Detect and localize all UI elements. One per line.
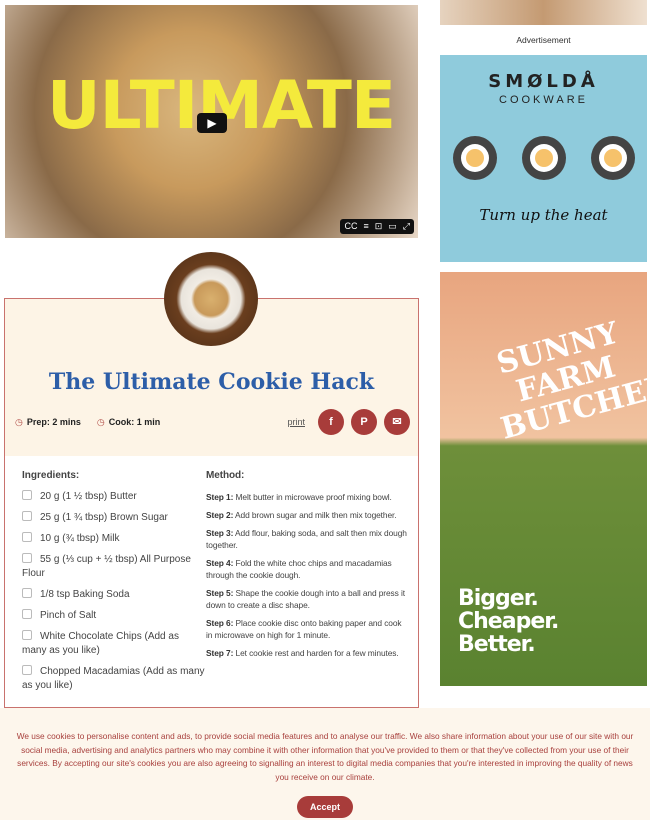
method-heading: Method:	[206, 470, 245, 481]
cookie-banner: We use cookies to personalise content an…	[0, 708, 650, 820]
cook-label: Cook: 1 min	[108, 417, 161, 427]
method-step: Step 7: Let cookie rest and harden for a…	[206, 648, 399, 658]
ingredient-item[interactable]: 25 g (1 ¾ tbsp) Brown Sugar	[22, 511, 206, 525]
ad-brand: SMØLDÅ	[488, 71, 599, 92]
method-list: Method: Step 1: Melt butter in microwave…	[206, 470, 410, 700]
ingredients-list: Ingredients: 20 g (1 ½ tbsp) Butter 25 g…	[22, 470, 206, 700]
ingredient-text: 20 g (1 ½ tbsp) Butter	[40, 491, 137, 502]
clock-icon: ◷	[96, 417, 105, 427]
method-step: Step 1: Melt butter in microwave proof m…	[206, 492, 392, 502]
ingredient-item[interactable]: 10 g (¾ tbsp) Milk	[22, 532, 206, 546]
ad-slogan: Bigger. Cheaper. Better.	[458, 586, 559, 657]
ad-sub: COOKWARE	[499, 94, 588, 106]
method-step: Step 3: Add flour, baking soda, and salt…	[206, 528, 407, 550]
recipe-title: The Ultimate Cookie Hack	[48, 369, 375, 395]
ad-image-cookies[interactable]	[440, 0, 647, 25]
ad-tagline: Turn up the heat	[479, 206, 608, 224]
checkbox[interactable]	[22, 630, 32, 640]
ingredient-item[interactable]: 1/8 tsp Baking Soda	[22, 588, 206, 602]
ingredient-text: White Chocolate Chips (Add as many as yo…	[22, 631, 179, 656]
accept-button[interactable]: Accept	[296, 796, 353, 818]
cookie-text: We use cookies to personalise content an…	[16, 731, 634, 782]
checkbox[interactable]	[22, 490, 32, 500]
ingredient-item[interactable]: 55 g (⅓ cup + ½ tbsp) All Purpose Flour	[22, 553, 206, 581]
email-icon[interactable]: ✉	[384, 409, 410, 435]
pinterest-icon[interactable]: P	[351, 409, 377, 435]
ingredient-text: Pinch of Salt	[40, 610, 97, 621]
checkbox[interactable]	[22, 588, 32, 598]
captions-icon[interactable]: CC	[344, 221, 357, 232]
ad-brand: SUNNY FARM BUTCHERS	[493, 315, 647, 447]
ingredient-item[interactable]: White Chocolate Chips (Add as many as yo…	[22, 630, 206, 658]
ingredient-item[interactable]: Chopped Macadamias (Add as many as you l…	[22, 665, 206, 693]
ingredient-item[interactable]: 20 g (1 ½ tbsp) Butter	[22, 490, 206, 504]
method-step: Step 6: Place cookie disc onto baking pa…	[206, 618, 402, 640]
facebook-icon[interactable]: f	[318, 409, 344, 435]
recipe-thumbnail	[164, 252, 258, 346]
clock-icon: ◷	[15, 417, 23, 427]
recipe-card: The Ultimate Cookie Hack ◷ Prep: 2 mins ◷…	[4, 298, 419, 708]
ingredient-text: 10 g (¾ tbsp) Milk	[40, 533, 120, 544]
prep-label: Prep: 2 mins	[26, 417, 81, 427]
ingredient-item[interactable]: Pinch of Salt	[22, 609, 206, 623]
play-button[interactable]: ▶	[197, 113, 227, 133]
checkbox[interactable]	[22, 553, 32, 563]
ingredient-text: Chopped Macadamias (Add as many as you l…	[22, 666, 205, 691]
ad-cookware[interactable]: SMØLDÅ COOKWARE Turn up the heat	[440, 55, 647, 262]
method-step: Step 5: Shape the cookie dough into a ba…	[206, 588, 405, 610]
fullscreen-icon[interactable]: ⤢	[403, 221, 410, 232]
cast-icon[interactable]: ⊡	[375, 221, 383, 232]
checkbox[interactable]	[22, 511, 32, 521]
prep-time: ◷ Prep: 2 mins	[15, 417, 81, 428]
print-link[interactable]: print	[287, 417, 305, 427]
ingredients-heading: Ingredients:	[22, 470, 80, 481]
ingredient-text: 1/8 tsp Baking Soda	[40, 589, 130, 600]
checkbox[interactable]	[22, 609, 32, 619]
ingredient-text: 55 g (⅓ cup + ½ tbsp) All Purpose Flour	[22, 554, 191, 579]
checkbox[interactable]	[22, 532, 32, 542]
cook-time: ◷ Cook: 1 min	[97, 417, 160, 428]
method-step: Step 2: Add brown sugar and milk then mi…	[206, 510, 397, 520]
video-player[interactable]: ULTIMATE ▶ CC ≡ ⊡ ▭ ⤢	[5, 5, 418, 238]
method-step: Step 4: Fold the white choc chips and ma…	[206, 558, 392, 580]
pans-image	[440, 136, 647, 180]
ad-butchers[interactable]: SUNNY FARM BUTCHERS Bigger. Cheaper. Bette…	[440, 272, 647, 686]
pip-icon[interactable]: ▭	[388, 221, 397, 232]
advertisement-label: Advertisement	[516, 35, 571, 45]
video-controls: CC ≡ ⊡ ▭ ⤢	[340, 219, 414, 234]
checkbox[interactable]	[22, 665, 32, 675]
playlist-icon[interactable]: ≡	[363, 221, 368, 232]
ingredient-text: 25 g (1 ¾ tbsp) Brown Sugar	[40, 512, 168, 523]
